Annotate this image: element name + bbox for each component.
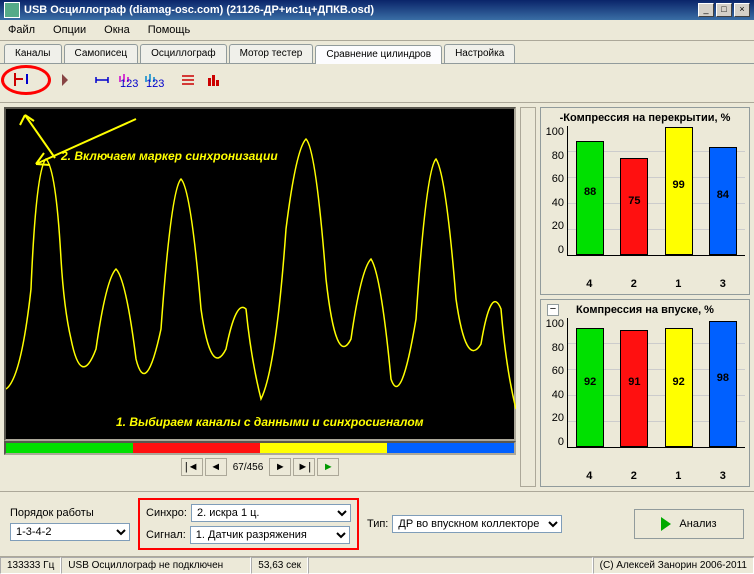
toolbar-btn-3[interactable] bbox=[90, 68, 114, 92]
chart-title: -Компрессия на перекрытии, % bbox=[560, 112, 731, 124]
toolbar-btn-6[interactable] bbox=[176, 68, 200, 92]
menu-options[interactable]: Опции bbox=[49, 22, 90, 38]
bar: 88 bbox=[576, 141, 604, 255]
nav-row: |◄ ◄ 67/456 ► ►| ► bbox=[4, 455, 516, 479]
sync-label: Синхро: bbox=[146, 507, 187, 519]
app-icon bbox=[4, 2, 20, 18]
tab-cylinder-compare[interactable]: Сравнение цилиндров bbox=[315, 45, 442, 64]
bar: 92 bbox=[576, 328, 604, 447]
tab-oscillograph[interactable]: Осциллограф bbox=[140, 44, 226, 63]
toolbar-btn-4[interactable]: 1234 bbox=[116, 68, 140, 92]
analyze-button[interactable]: Анализ bbox=[634, 509, 744, 539]
vertical-scrollbar[interactable] bbox=[520, 107, 536, 487]
toolbar-btn-2[interactable] bbox=[56, 68, 80, 92]
statusbar: 133333 Гц USB Осциллограф не подключен 5… bbox=[0, 556, 754, 574]
chart-0: -Компрессия на перекрытии, %100806040200… bbox=[540, 107, 750, 295]
titlebar: USB Осциллограф (diamag-osc.com) (21126-… bbox=[0, 0, 754, 20]
sync-marker-button[interactable] bbox=[1, 65, 51, 95]
toolbar: 1234 1234 bbox=[0, 64, 754, 103]
sync-select[interactable]: 2. искра 1 ц. bbox=[191, 504, 351, 522]
menu-help[interactable]: Помощь bbox=[144, 22, 195, 38]
collapse-button[interactable]: − bbox=[547, 304, 559, 316]
toolbar-btn-5[interactable]: 1234 bbox=[142, 68, 166, 92]
tab-settings[interactable]: Настройка bbox=[444, 44, 515, 63]
nav-last[interactable]: ►| bbox=[293, 458, 315, 476]
pager: 67/456 bbox=[229, 462, 268, 473]
bar: 99 bbox=[665, 127, 693, 255]
signal-label: Сигнал: bbox=[146, 529, 186, 541]
oscilloscope-display[interactable]: 2. Включаем маркер синхронизации 1. Выби… bbox=[4, 107, 516, 441]
play-icon bbox=[661, 517, 671, 531]
menu-file[interactable]: Файл bbox=[4, 22, 39, 38]
nav-next[interactable]: ► bbox=[269, 458, 291, 476]
order-label: Порядок работы bbox=[10, 507, 94, 519]
tab-channels[interactable]: Каналы bbox=[4, 44, 62, 63]
bar: 75 bbox=[620, 158, 648, 255]
annotation-1: 1. Выбираем каналы с данными и синхросиг… bbox=[116, 415, 424, 429]
nav-first[interactable]: |◄ bbox=[181, 458, 203, 476]
tab-motor-tester[interactable]: Мотор тестер bbox=[229, 44, 314, 63]
chart-title: Компрессия на впуске, % bbox=[576, 304, 714, 316]
signal-select[interactable]: 1. Датчик разряжения bbox=[190, 526, 350, 544]
nav-prev[interactable]: ◄ bbox=[205, 458, 227, 476]
bar: 98 bbox=[709, 321, 737, 447]
bar: 84 bbox=[709, 147, 737, 255]
svg-text:1234: 1234 bbox=[146, 78, 164, 88]
type-select[interactable]: ДР во впускном коллекторе bbox=[392, 515, 562, 533]
menu-windows[interactable]: Окна bbox=[100, 22, 134, 38]
minimize-button[interactable]: _ bbox=[698, 3, 714, 17]
chart-1: −Компрессия на впуске, %1008060402009291… bbox=[540, 299, 750, 487]
tabbar: Каналы Самописец Осциллограф Мотор тесте… bbox=[0, 41, 754, 64]
window-title: USB Осциллограф (diamag-osc.com) (21126-… bbox=[24, 4, 696, 16]
channel-select-box: Синхро: 2. искра 1 ц. Сигнал: 1. Датчик … bbox=[138, 498, 359, 550]
order-select[interactable]: 1-3-4-2 bbox=[10, 523, 130, 541]
close-button[interactable]: × bbox=[734, 3, 750, 17]
tab-recorder[interactable]: Самописец bbox=[64, 44, 139, 63]
bar: 92 bbox=[665, 328, 693, 447]
maximize-button[interactable]: □ bbox=[716, 3, 732, 17]
toolbar-btn-7[interactable] bbox=[202, 68, 226, 92]
bar: 91 bbox=[620, 330, 648, 447]
type-label: Тип: bbox=[367, 518, 388, 530]
menubar: Файл Опции Окна Помощь bbox=[0, 20, 754, 41]
nav-play[interactable]: ► bbox=[317, 458, 339, 476]
svg-text:1234: 1234 bbox=[120, 78, 138, 88]
color-bar bbox=[4, 441, 516, 455]
